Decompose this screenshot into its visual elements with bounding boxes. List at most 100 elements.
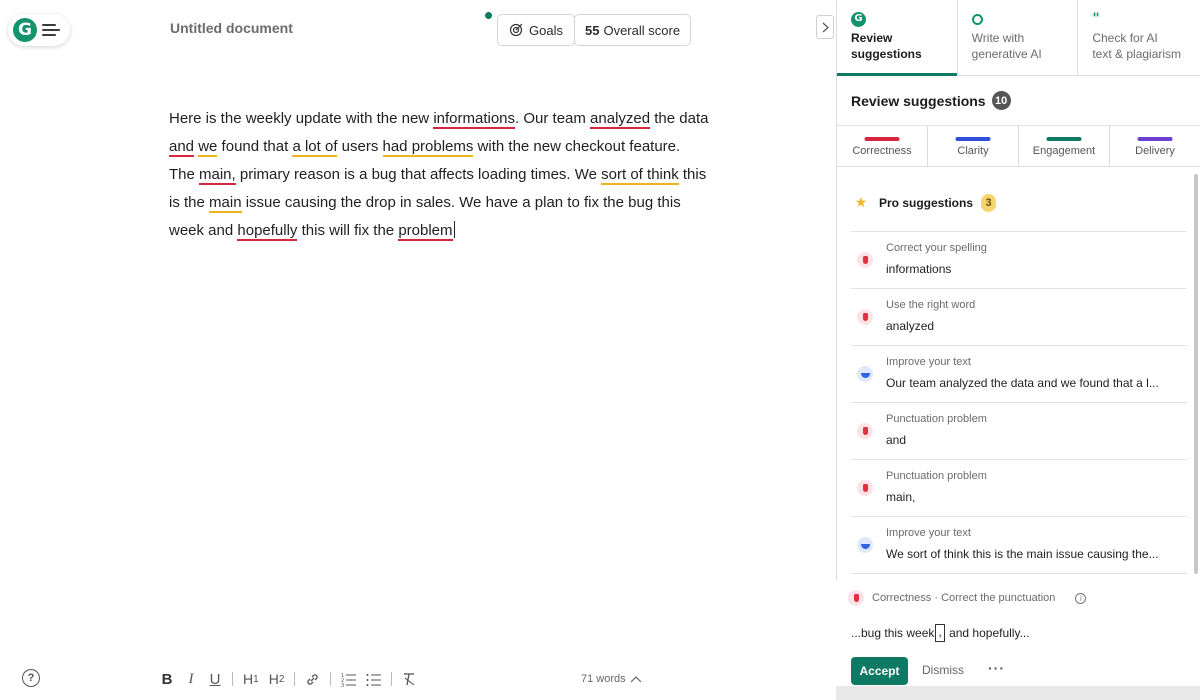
suggestion-text: and — [886, 433, 907, 447]
text-run: users — [337, 138, 383, 155]
active-suggestion-header: Correctness · Correct the punctuation i — [848, 590, 1087, 606]
underline-button[interactable]: U — [208, 669, 222, 689]
clarity-icon — [857, 366, 873, 382]
flagged-word[interactable]: had problems — [382, 138, 474, 157]
tab-label-line1: Write with — [971, 31, 1025, 45]
toolbar-divider — [330, 672, 332, 686]
toolbar-divider — [294, 672, 296, 686]
flagged-word[interactable]: analyzed — [590, 110, 651, 129]
heading1-sub: 1 — [253, 673, 259, 685]
text-run: found that — [217, 138, 293, 155]
word-count-label: 71 words — [581, 673, 626, 685]
preview-before: ...bug this week — [851, 626, 935, 640]
pro-count-badge: 3 — [981, 193, 997, 212]
tab-write-generative-ai[interactable]: Write with generative AI — [958, 0, 1079, 75]
link-button[interactable] — [305, 669, 320, 689]
review-count-badge: 10 — [991, 91, 1011, 110]
preview-after: and hopefully... — [945, 626, 1030, 640]
flagged-word[interactable]: we — [198, 138, 218, 157]
menu-lines-icon — [42, 24, 60, 36]
suggestion-card[interactable]: Improve your text Our team analyzed the … — [851, 346, 1187, 403]
word-count-button[interactable]: 71 words — [581, 673, 642, 685]
flagged-word[interactable]: and — [169, 138, 195, 157]
clear-format-button[interactable] — [402, 669, 417, 689]
suggestion-text: analyzed — [886, 319, 935, 333]
suggestion-type: Improve your text — [886, 356, 971, 368]
correctness-icon — [848, 590, 864, 606]
flagged-word[interactable]: problem — [398, 222, 453, 241]
category-correctness[interactable]: Correctness — [837, 126, 928, 166]
document-title[interactable]: Untitled document — [170, 20, 293, 36]
review-header: Review suggestions 10 — [837, 76, 1200, 126]
grammarly-menu-button[interactable]: G — [8, 14, 70, 46]
flagged-word[interactable]: main — [209, 194, 242, 213]
tab-check-ai-plagiarism[interactable]: " Check for AI text & plagiarism — [1078, 0, 1200, 75]
text-run: the data — [650, 110, 709, 127]
suggestion-scrollbar[interactable] — [1194, 174, 1198, 574]
suggestion-text: We sort of think this is the main issue … — [886, 547, 1159, 561]
bold-button[interactable]: B — [160, 669, 174, 689]
suggestion-card[interactable]: Improve your text We sort of think this … — [851, 517, 1187, 574]
heading1-button[interactable]: H1 — [243, 669, 259, 689]
italic-button[interactable]: I — [184, 669, 198, 689]
category-label: Clarity — [957, 145, 989, 157]
grammarly-logo-icon: G — [13, 18, 37, 42]
suggestion-card[interactable]: Use the right word analyzed — [851, 289, 1187, 346]
info-icon[interactable]: i — [1075, 592, 1087, 604]
correctness-icon — [857, 480, 873, 496]
goals-button[interactable]: Goals — [497, 14, 575, 46]
suggestion-type: Punctuation problem — [886, 470, 987, 482]
bullet-list-button[interactable] — [366, 669, 382, 689]
suggestion-card[interactable]: Punctuation problem and — [851, 403, 1187, 460]
collapse-panel-button[interactable] — [816, 15, 834, 39]
text-run: primary reason is a bug that affects loa… — [235, 166, 602, 183]
editor-area: G Untitled document Goals 55 Overall sco… — [0, 0, 836, 700]
dismiss-button[interactable]: Dismiss — [922, 663, 964, 677]
active-suggestion-category: Correctness · Correct the punctuation — [872, 592, 1056, 604]
text-caret — [453, 221, 455, 238]
bullet-list-icon — [366, 673, 382, 686]
suggestion-card[interactable]: Punctuation problem main, — [851, 460, 1187, 517]
category-delivery[interactable]: Delivery — [1110, 126, 1200, 166]
more-options-button[interactable]: ··· — [988, 660, 1005, 676]
flagged-word[interactable]: main, — [199, 166, 236, 185]
numbered-list-button[interactable]: 123 — [341, 669, 357, 689]
pro-suggestions-row[interactable]: ★ Pro suggestions 3 — [851, 174, 1187, 232]
target-icon — [509, 23, 523, 37]
text-run: this will fix the — [297, 222, 399, 239]
suggestion-text: Our team analyzed the data and we found … — [886, 376, 1159, 390]
category-engagement[interactable]: Engagement — [1019, 126, 1110, 166]
tab-label-line1: Review — [851, 31, 893, 45]
panel-tabs: G Review suggestions Write with generati… — [837, 0, 1200, 76]
suggestion-type: Correct your spelling — [886, 242, 987, 254]
format-toolbar: B I U H1 H2 123 — [160, 668, 417, 690]
help-button[interactable]: ? — [22, 669, 40, 687]
flagged-word[interactable]: hopefully — [237, 222, 298, 241]
flagged-word[interactable]: informations — [433, 110, 516, 129]
tab-label-line2: suggestions — [851, 47, 922, 61]
accept-button[interactable]: Accept — [851, 657, 908, 685]
heading1-label: H — [243, 671, 254, 687]
suggestion-card[interactable]: Correct your spelling informations — [851, 232, 1187, 289]
chevron-up-icon — [630, 676, 642, 683]
category-filters: Correctness Clarity Engagement Delivery — [837, 126, 1200, 167]
heading2-button[interactable]: H2 — [269, 669, 285, 689]
numbered-list-icon: 123 — [341, 673, 357, 687]
suggestion-type: Improve your text — [886, 527, 971, 539]
flagged-word[interactable]: a lot of — [292, 138, 338, 157]
flagged-word[interactable]: sort of think — [601, 166, 679, 185]
grammarly-g-icon: G — [851, 11, 866, 27]
category-color-bar — [1046, 137, 1082, 141]
overall-score-button[interactable]: 55 Overall score — [574, 14, 692, 46]
suggestion-type: Use the right word — [886, 299, 976, 311]
toolbar-divider — [232, 672, 233, 686]
preview-insert: , — [935, 624, 945, 642]
pro-suggestions-label: Pro suggestions — [879, 195, 974, 210]
tab-review-suggestions[interactable]: G Review suggestions — [837, 0, 958, 76]
tab-label-line2: generative AI — [971, 47, 1042, 61]
category-clarity[interactable]: Clarity — [928, 126, 1019, 166]
suggestion-list: ★ Pro suggestions 3 Correct your spellin… — [837, 174, 1189, 576]
document-body[interactable]: Here is the weekly update with the new i… — [169, 105, 709, 245]
svg-text:3: 3 — [341, 683, 344, 687]
chevron-right-icon — [822, 22, 829, 32]
